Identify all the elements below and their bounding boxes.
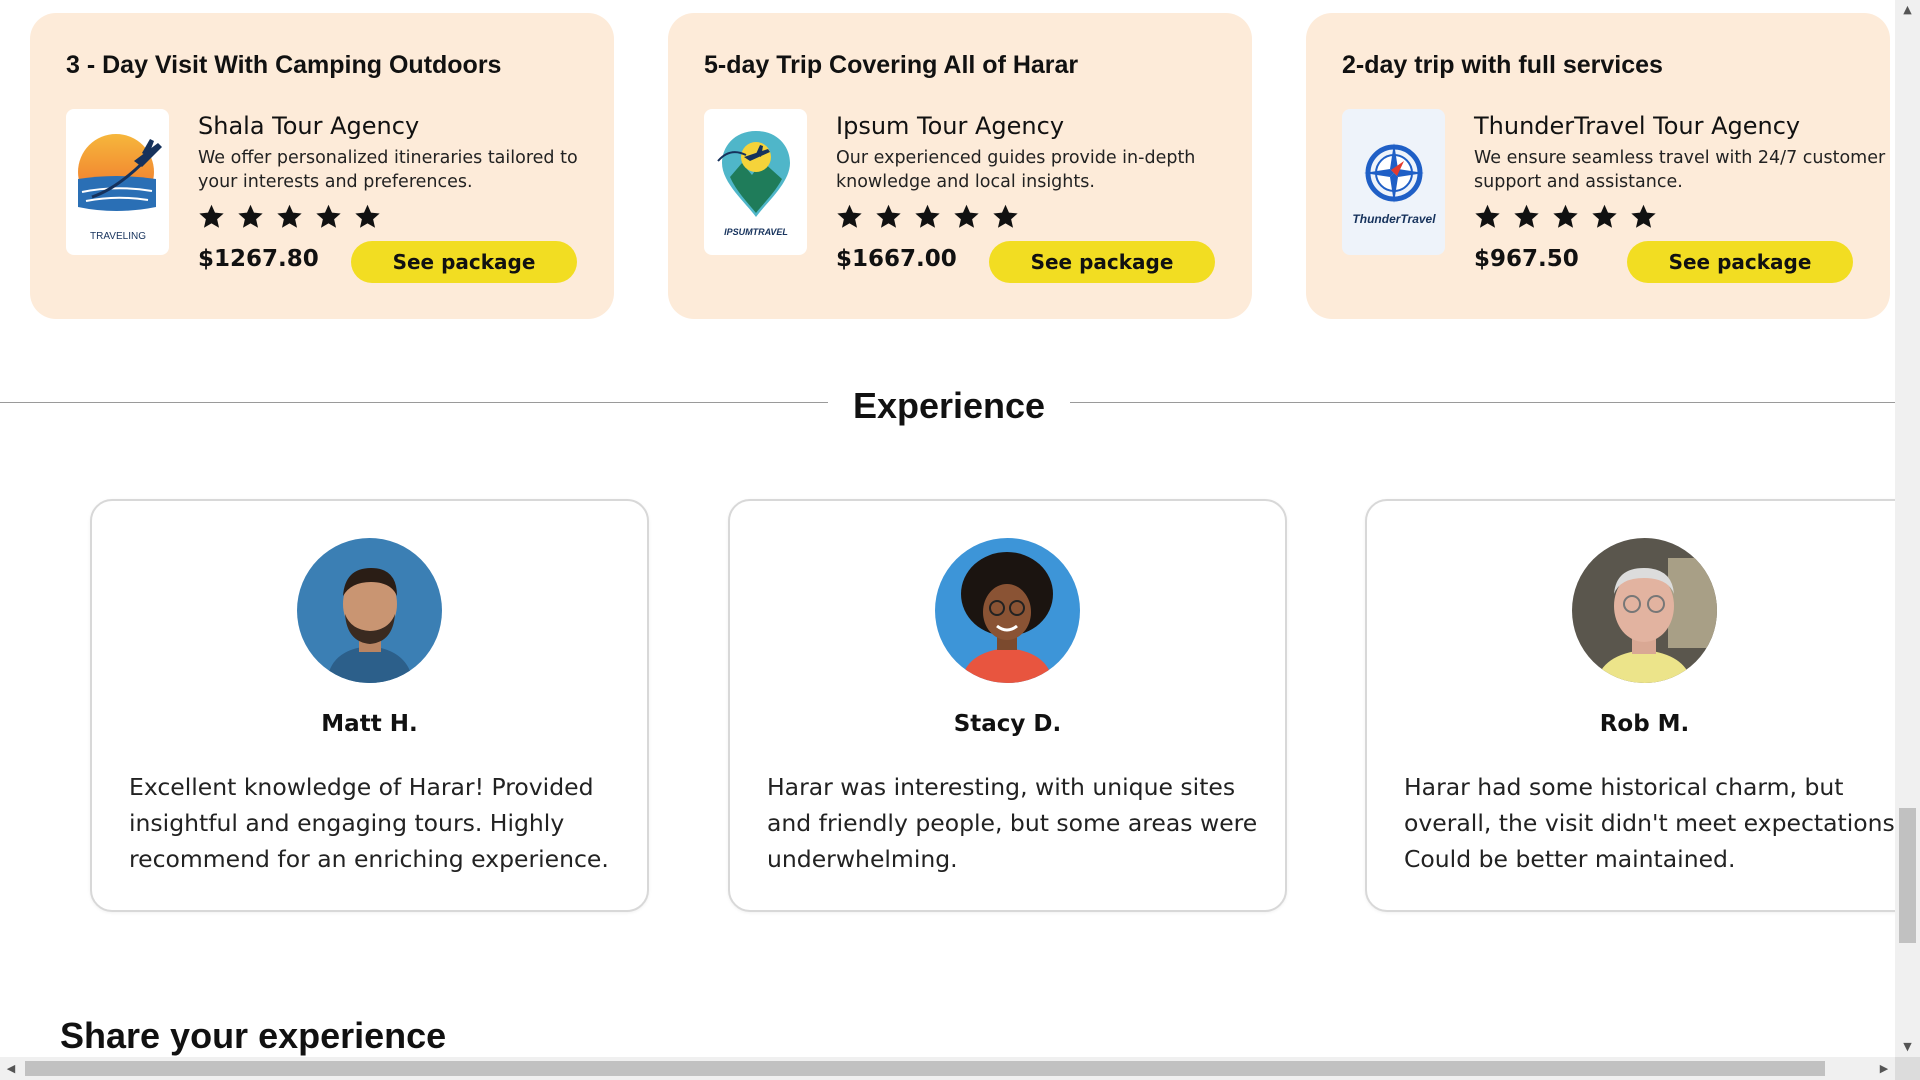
agency-name: ThunderTravel Tour Agency (1474, 112, 1801, 140)
reviewer-name: Matt H. (321, 711, 418, 737)
star-icon (915, 204, 940, 228)
package-title: 3 - Day Visit With Camping Outdoors (66, 51, 502, 79)
package-price: $1667.00 (836, 246, 957, 272)
avatar (935, 538, 1080, 683)
agency-name: Ipsum Tour Agency (836, 112, 1065, 140)
package-title: 2-day trip with full services (1342, 51, 1663, 79)
see-package-button[interactable]: See package (1627, 241, 1853, 283)
scrollbar-thumb[interactable] (1899, 808, 1916, 943)
experience-heading: Experience (852, 385, 1046, 426)
share-experience-heading: Share your experience (60, 1015, 447, 1056)
testimonial-card: Matt H. Excellent knowledge of Harar! Pr… (90, 499, 649, 912)
agency-description: We offer personalized itineraries tailor… (198, 148, 578, 192)
avatar (1572, 538, 1717, 683)
scroll-down-arrow-icon[interactable]: ▼ (1895, 1037, 1920, 1057)
agency-logo: IPSUMTRAVEL (704, 109, 807, 255)
logo-text: TRAVELING (90, 231, 146, 242)
rating-stars (1474, 203, 1657, 230)
rating-stars (836, 203, 1019, 230)
horizontal-scrollbar[interactable]: ◀ ▶ (0, 1057, 1895, 1080)
star-icon (1553, 204, 1578, 228)
star-icon (1631, 204, 1656, 228)
package-price: $1267.80 (198, 246, 319, 272)
map-pin-airplane-logo-icon: IPSUMTRAVEL (716, 131, 790, 237)
review-text: Excellent knowledge of Harar! Provided i… (129, 773, 609, 873)
divider (1070, 402, 1895, 403)
star-icon (1592, 204, 1617, 228)
star-icon (277, 204, 302, 228)
page-viewport: 3 - Day Visit With Camping Outdoors TRAV… (0, 0, 1895, 1057)
star-icon (238, 204, 263, 228)
star-icon (876, 204, 901, 228)
review-text: Harar was interesting, with unique sites… (767, 773, 1258, 873)
package-price: $967.50 (1474, 246, 1579, 272)
scroll-up-arrow-icon[interactable]: ▲ (1895, 0, 1920, 20)
user-avatar-icon (935, 538, 1080, 683)
see-package-button[interactable]: See package (351, 241, 577, 283)
rating-stars (198, 203, 381, 230)
scrollbar-corner (1895, 1057, 1920, 1080)
see-package-button[interactable]: See package (989, 241, 1215, 283)
agency-logo: TRAVELING (66, 109, 169, 255)
star-icon (837, 204, 862, 228)
star-icon (1475, 204, 1500, 228)
scroll-left-arrow-icon[interactable]: ◀ (0, 1057, 22, 1080)
package-card: 2-day trip with full services ThunderTra… (1306, 13, 1890, 319)
star-icon (355, 204, 380, 228)
testimonial-card: Rob M. Harar had some historical charm, … (1365, 499, 1895, 912)
agency-logo: ThunderTravel (1342, 109, 1445, 255)
agency-name: Shala Tour Agency (198, 112, 420, 140)
package-card: 5-day Trip Covering All of Harar IPSUMTR… (668, 13, 1252, 319)
vertical-scrollbar[interactable]: ▲ ▼ (1895, 0, 1920, 1057)
package-card: 3 - Day Visit With Camping Outdoors TRAV… (30, 13, 614, 319)
airplane-sunset-logo-icon: TRAVELING (77, 134, 162, 242)
compass-logo-icon: ThunderTravel (1352, 143, 1436, 226)
reviewer-name: Stacy D. (953, 711, 1062, 737)
star-icon (1514, 204, 1539, 228)
scroll-right-arrow-icon[interactable]: ▶ (1873, 1057, 1895, 1080)
star-icon (316, 204, 341, 228)
experience-header: Experience (0, 385, 1895, 431)
avatar (297, 538, 442, 683)
agency-description: We ensure seamless travel with 24/7 cust… (1474, 148, 1886, 192)
logo-text: ThunderTravel (1352, 212, 1436, 226)
user-avatar-icon (297, 538, 442, 683)
scrollbar-thumb[interactable] (25, 1061, 1825, 1076)
user-avatar-icon (1572, 538, 1717, 683)
logo-text: IPSUMTRAVEL (724, 227, 788, 237)
star-icon (954, 204, 979, 228)
star-icon (993, 204, 1018, 228)
package-title: 5-day Trip Covering All of Harar (704, 51, 1079, 79)
divider (0, 402, 828, 403)
testimonial-card: Stacy D. Harar was interesting, with uni… (728, 499, 1287, 912)
review-text: Harar had some historical charm, but ove… (1404, 773, 1895, 873)
package-list: 3 - Day Visit With Camping Outdoors TRAV… (30, 13, 1890, 319)
agency-description: Our experienced guides provide in-depth … (836, 148, 1196, 192)
star-icon (199, 204, 224, 228)
reviewer-name: Rob M. (1599, 711, 1690, 737)
